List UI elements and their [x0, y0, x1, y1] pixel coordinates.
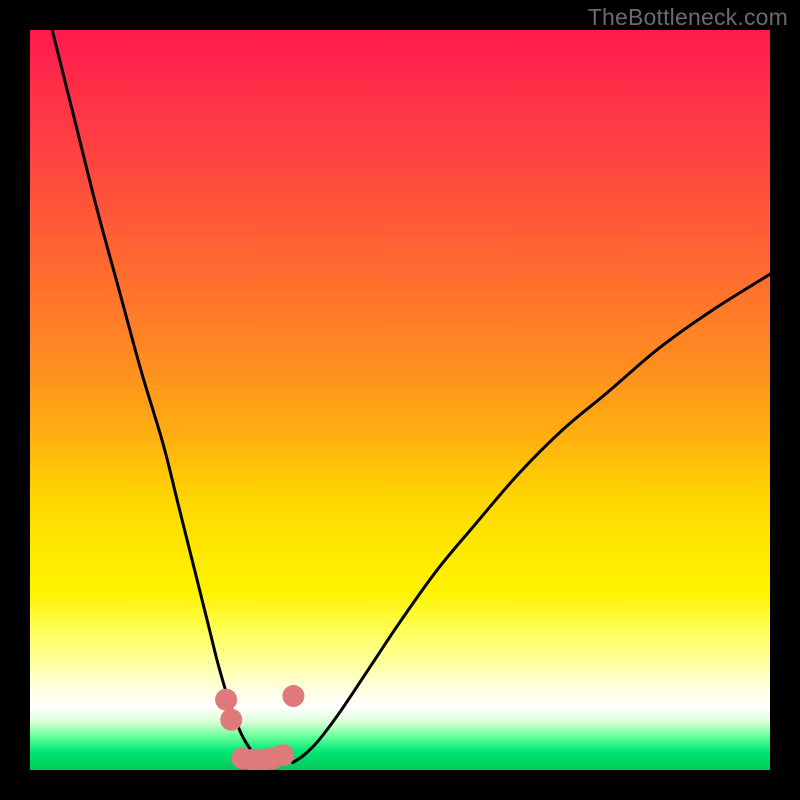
- dot-layer: [215, 685, 304, 770]
- watermark-text: TheBottleneck.com: [588, 4, 788, 31]
- left-curve: [52, 30, 263, 763]
- plot-area: [30, 30, 770, 770]
- bottleneck-dot: [282, 685, 304, 707]
- chart-frame: TheBottleneck.com: [0, 0, 800, 800]
- bottleneck-dot: [220, 709, 242, 731]
- chart-svg: [30, 30, 770, 770]
- bottleneck-dot: [215, 689, 237, 711]
- right-curve: [293, 274, 770, 762]
- bottleneck-dot: [272, 744, 294, 766]
- curve-layer: [52, 30, 770, 763]
